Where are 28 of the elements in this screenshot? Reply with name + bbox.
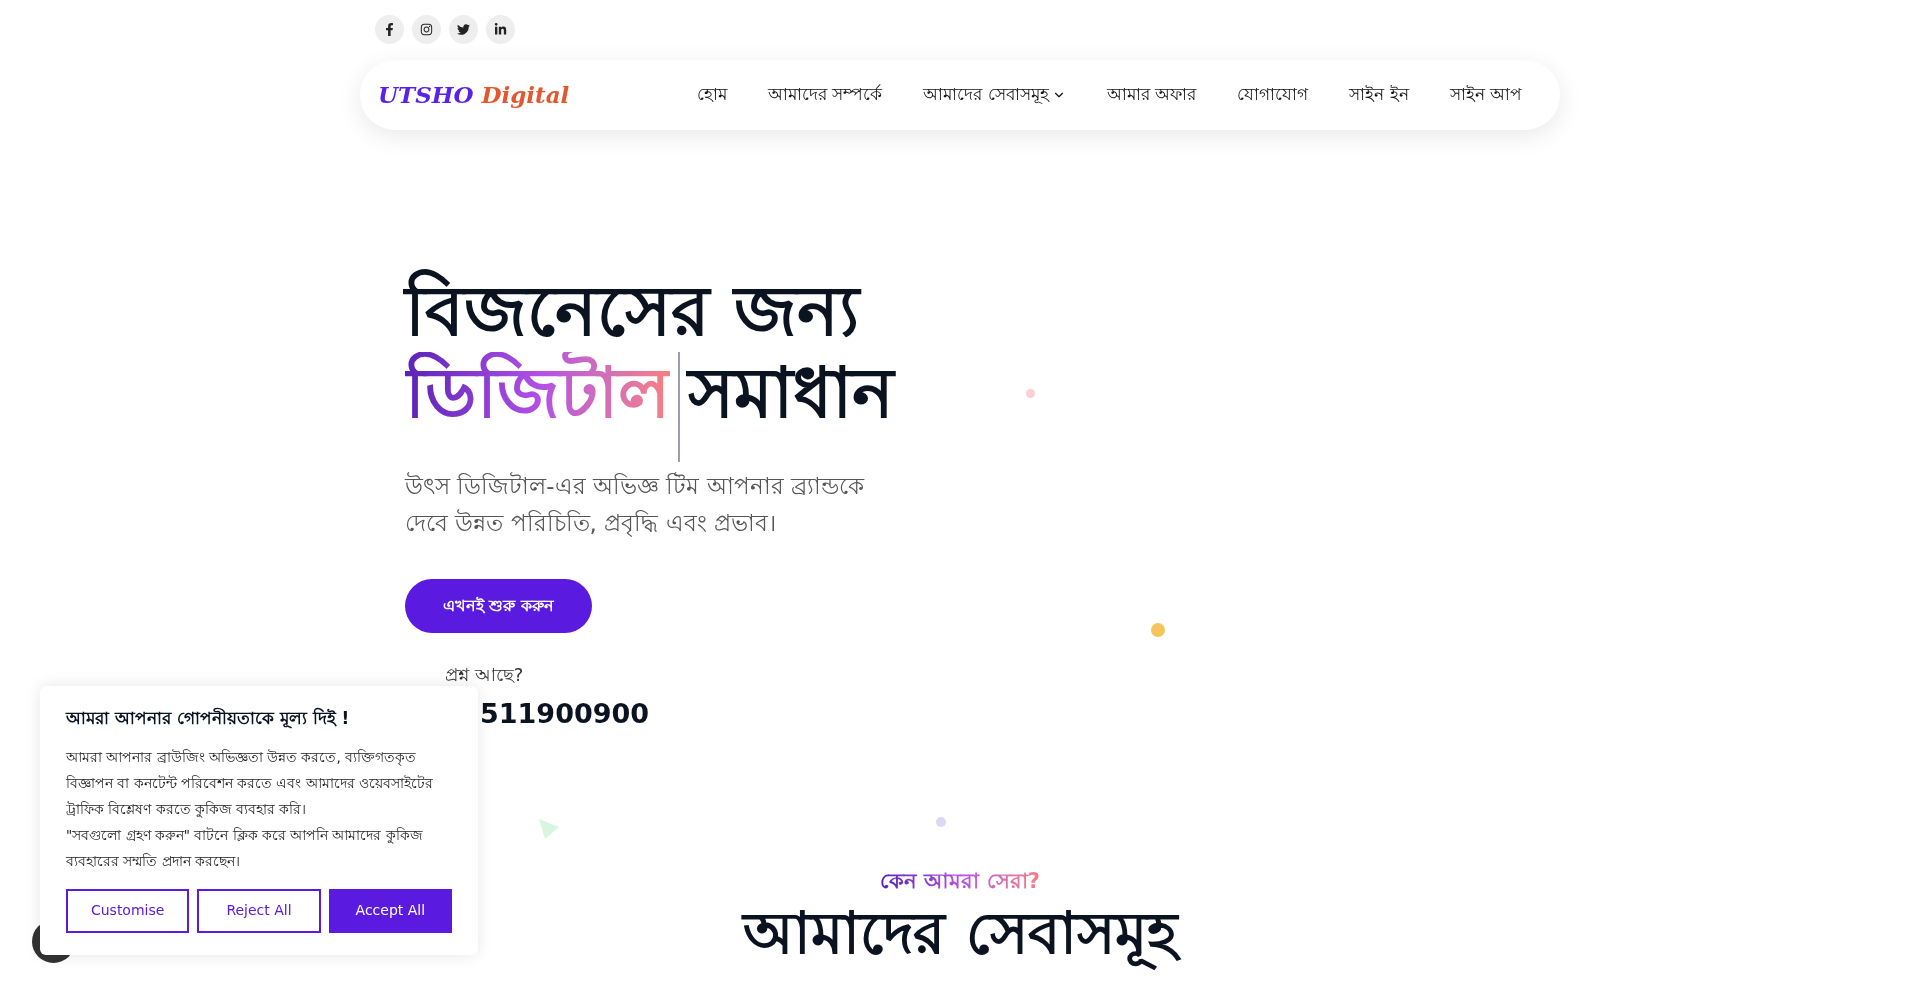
dot-icon <box>1026 389 1035 398</box>
instagram-icon[interactable] <box>412 15 441 44</box>
dot-icon <box>936 817 946 827</box>
cookie-option-button[interactable]: Reject All <box>197 888 321 933</box>
nav-link[interactable]: আমাদের সম্পর্কে <box>767 82 883 108</box>
cookie-text: "সবগুলো গ্রহণ করুন" বাটনে ক্লিক করে আপনি আমাদের কুকিজ ব্যবহারের সম্মতি প্রদান করছেন। <box>66 825 424 871</box>
accept-button[interactable]: Accept All <box>328 888 452 933</box>
twitter-icon[interactable] <box>449 15 478 44</box>
nav-link[interactable]: আমার অফার <box>1106 82 1197 108</box>
cookie-option-button[interactable]: Customise <box>66 888 190 933</box>
nav-link[interactable]: সাইন আপ <box>1449 82 1522 108</box>
cookie-title: আমরা আপনার গোপনীয়তাকে মূল্য দিই ! <box>66 706 351 731</box>
nav-link[interactable]: হোম <box>696 82 727 108</box>
facebook-icon[interactable] <box>375 15 404 44</box>
linkedin-icon[interactable] <box>486 15 515 44</box>
get-started-button[interactable]: এখনই শুরু করুন <box>405 579 592 633</box>
hero-title: সমাধান <box>688 352 894 434</box>
cookie-text: আমরা আপনার ব্রাউজিং অভিজ্ঞতা উন্নত করতে, ব্যক্তিগতকৃত বিজ্ঞাপন বা কনটেন্ট পরিবেশন করতে এবং আমাদের ওয়েবসাইটের ট্রাফিক বিশ্লেষণ করতে কুকিজ ব্যবহার করি। <box>66 747 435 820</box>
hero-description: উৎস ডিজিটাল-এর অভিজ্ঞ টিম আপনার ব্র্যান্ডকে দেবে উন্নত পরিচিতি, প্রবৃদ্ধি এবং প্রভাব। <box>405 471 866 539</box>
triangle-icon <box>537 817 561 841</box>
nav-link[interactable]: সাইন ইন <box>1349 82 1409 108</box>
question-label: প্রশ্ন আছে? <box>445 663 525 687</box>
dot-icon <box>1151 623 1165 637</box>
nav-link[interactable]: যোগাযোগ <box>1237 82 1309 108</box>
nav-link[interactable]: আমাদের সেবাসমূহ <box>923 82 1066 108</box>
logo[interactable]: UTSHO Digital <box>378 77 570 113</box>
phone-number: 511900900 <box>480 697 651 731</box>
hero-title: বিজনেসের জন্য <box>405 270 863 352</box>
